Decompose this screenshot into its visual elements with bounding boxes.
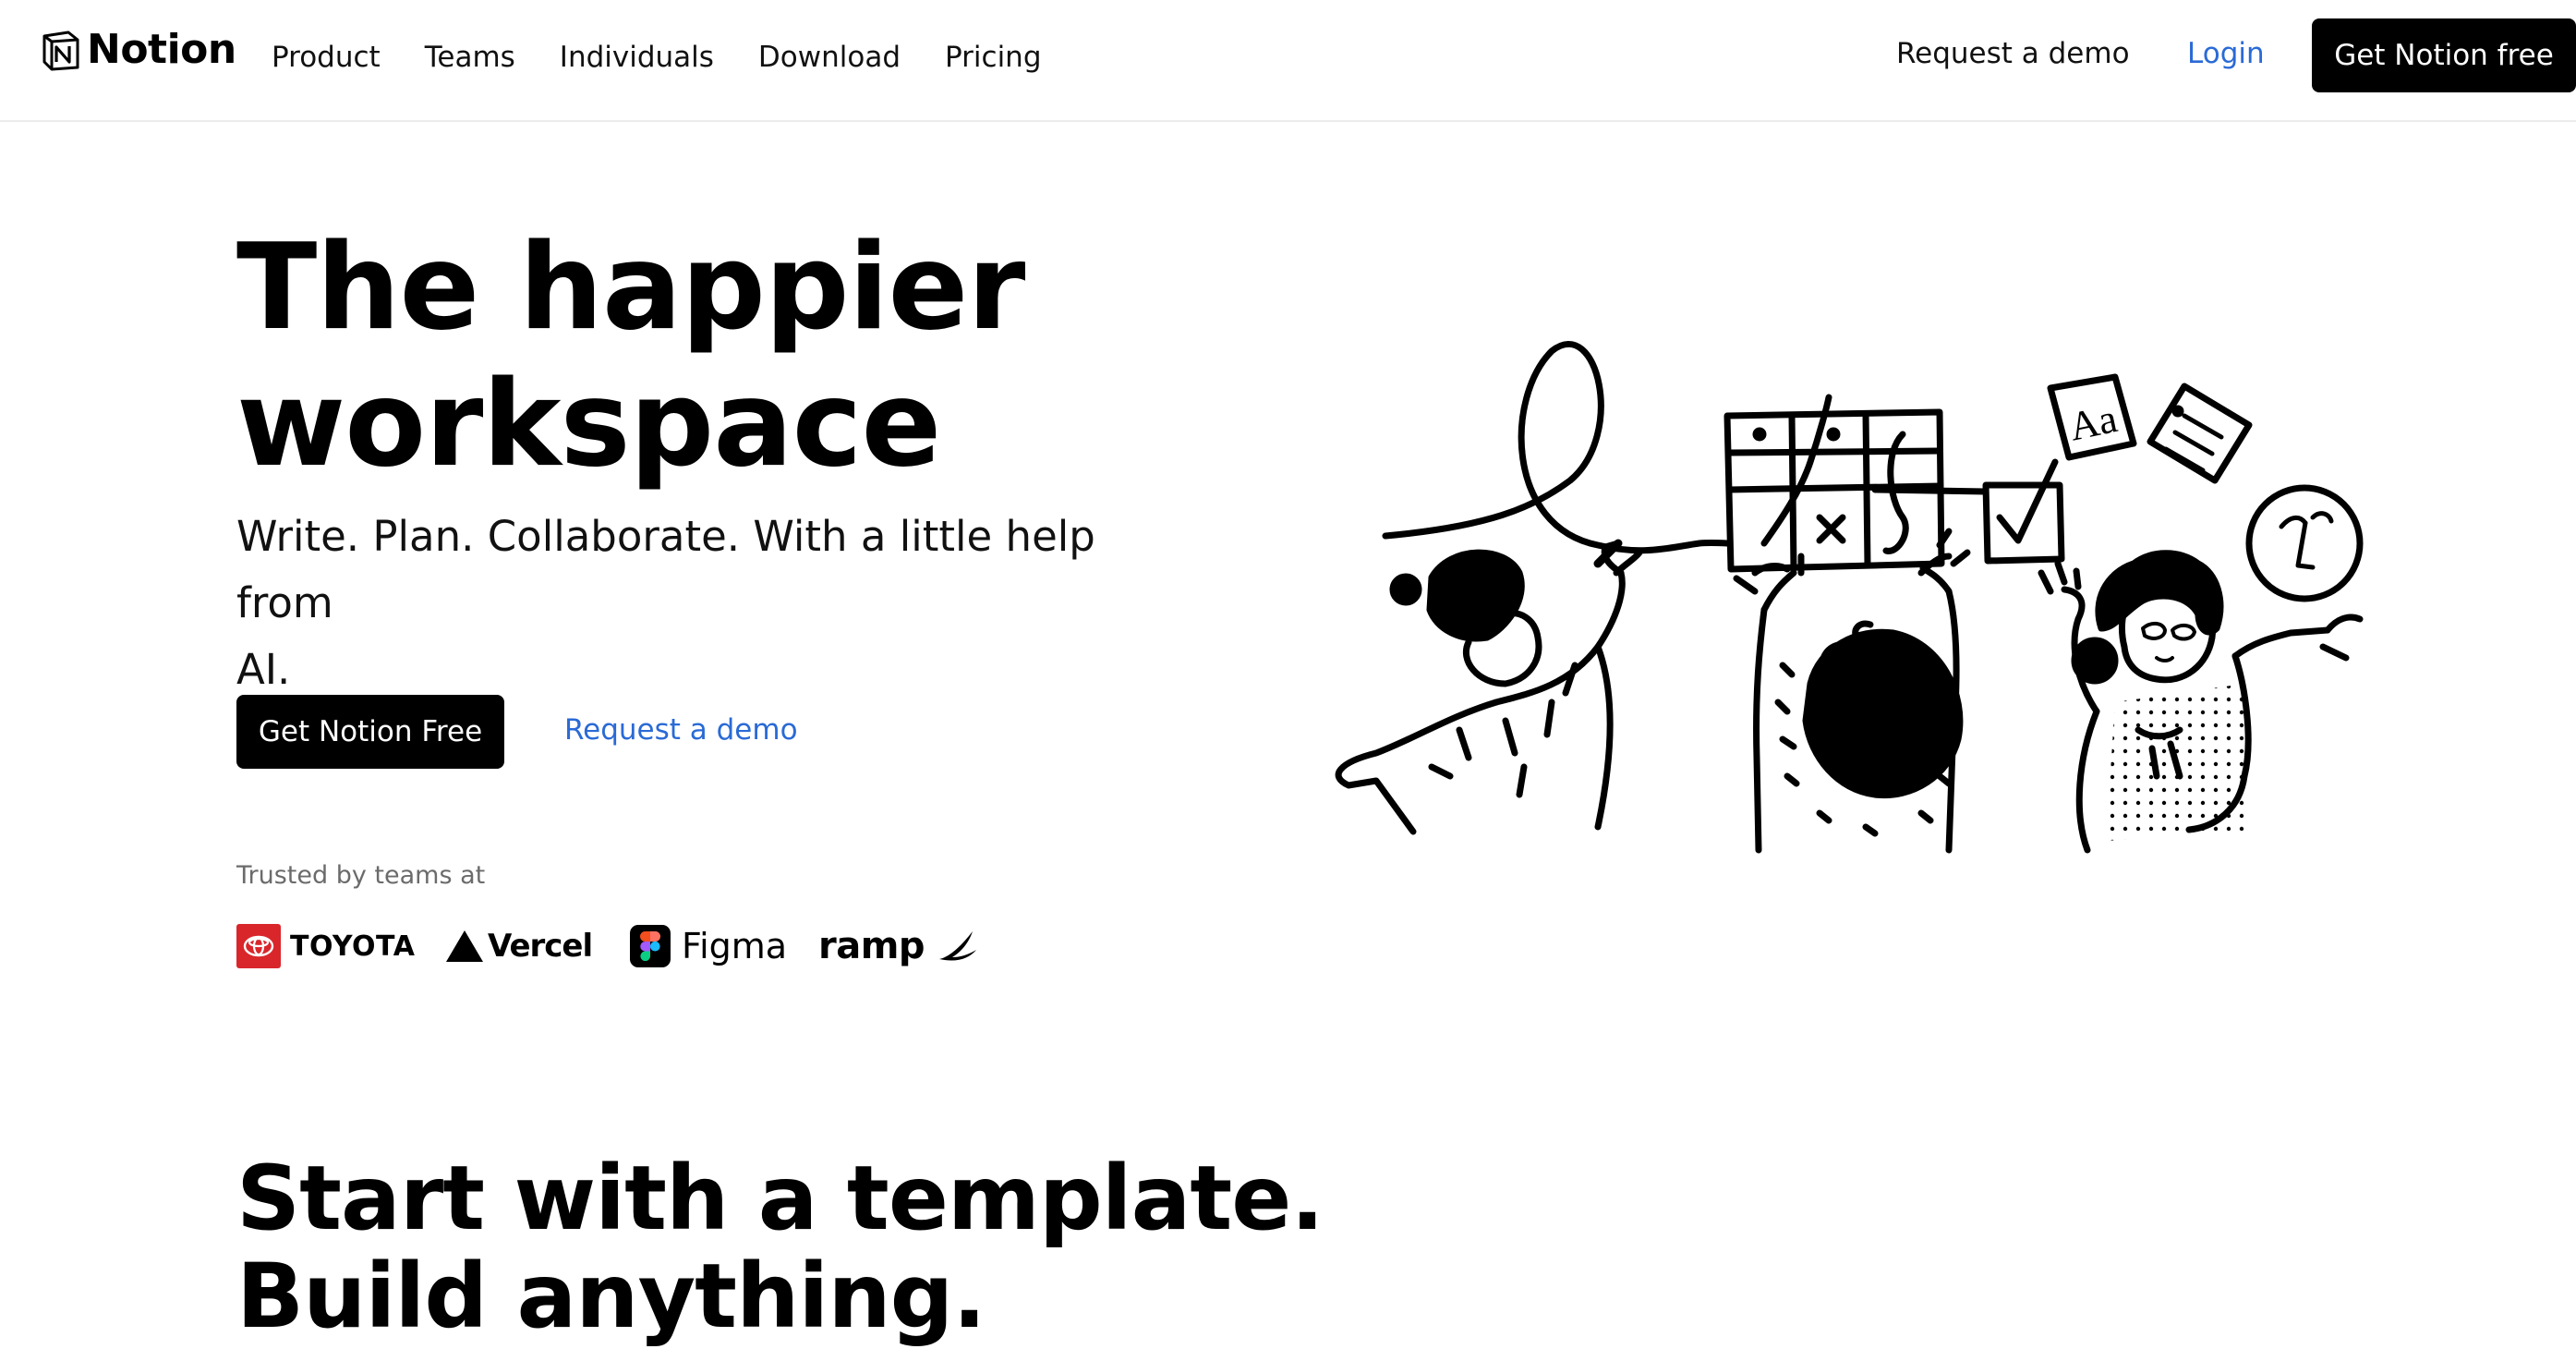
thinking-face-graphic [2245,484,2364,602]
nav-link-teams[interactable]: Teams [425,37,515,78]
list-card-graphic [2147,383,2253,484]
figma-wordmark: Figma [682,926,788,966]
hero-subtitle-line-1: Write. Plan. Collaborate. With a little … [236,512,1095,627]
person-left-graphic [1335,539,1643,835]
vercel-logo: Vercel [445,920,593,972]
toyota-logo: TOYOTA [236,920,415,972]
notion-logo-icon [42,30,79,70]
nav-request-demo-link[interactable]: Request a demo [1896,37,2130,70]
figma-logo: Figma [630,920,787,972]
nav-get-notion-free-button[interactable]: Get Notion free [2312,18,2576,92]
table-sheet-graphic [1723,394,1989,573]
nav-link-pricing[interactable]: Pricing [945,37,1042,78]
toyota-emblem-icon [236,924,281,968]
vercel-triangle-icon [446,930,483,962]
templates-title-line-2: Build anything. [236,1245,986,1348]
font-card-graphic: Aa [2047,373,2137,461]
nav-link-individuals[interactable]: Individuals [560,37,714,78]
nav-login-link[interactable]: Login [2187,37,2265,70]
page: Notion Product Teams Individuals Downloa… [0,0,2576,1361]
hero-subtitle-line-2: AI. [236,645,291,694]
ramp-swoosh-icon [939,931,977,961]
templates-title-line-1: Start with a template. [236,1147,1324,1250]
hero-title-line-1: The happier [236,219,1025,357]
person-middle-graphic [1733,528,1971,854]
nav-links: Product Teams Individuals Download Prici… [272,37,1086,78]
hero-title-line-2: workspace [236,356,941,493]
figma-icon [630,925,671,967]
notion-logo[interactable]: Notion [39,26,236,73]
hero-subtitle: Write. Plan. Collaborate. With a little … [236,504,1179,703]
hero-request-demo-link[interactable]: Request a demo [564,713,798,747]
font-card-text: Aa [2065,395,2121,450]
logo-wordmark: Notion [87,26,236,73]
top-navigation: Notion Product Teams Individuals Downloa… [0,0,2576,122]
hero-get-notion-free-button[interactable]: Get Notion Free [236,695,504,769]
nav-link-download[interactable]: Download [758,37,901,78]
ramp-logo: ramp [818,920,978,972]
ramp-wordmark: ramp [818,925,925,967]
templates-section-title: Start with a template. Build anything. [236,1149,1324,1345]
hero-illustration: Aa [1335,341,2364,854]
toyota-wordmark: TOYOTA [290,930,416,963]
nav-link-product[interactable]: Product [272,37,381,78]
vercel-wordmark: Vercel [488,928,593,965]
trusted-by-label: Trusted by teams at [236,861,486,890]
hero-title: The happier workspace [236,219,1025,493]
